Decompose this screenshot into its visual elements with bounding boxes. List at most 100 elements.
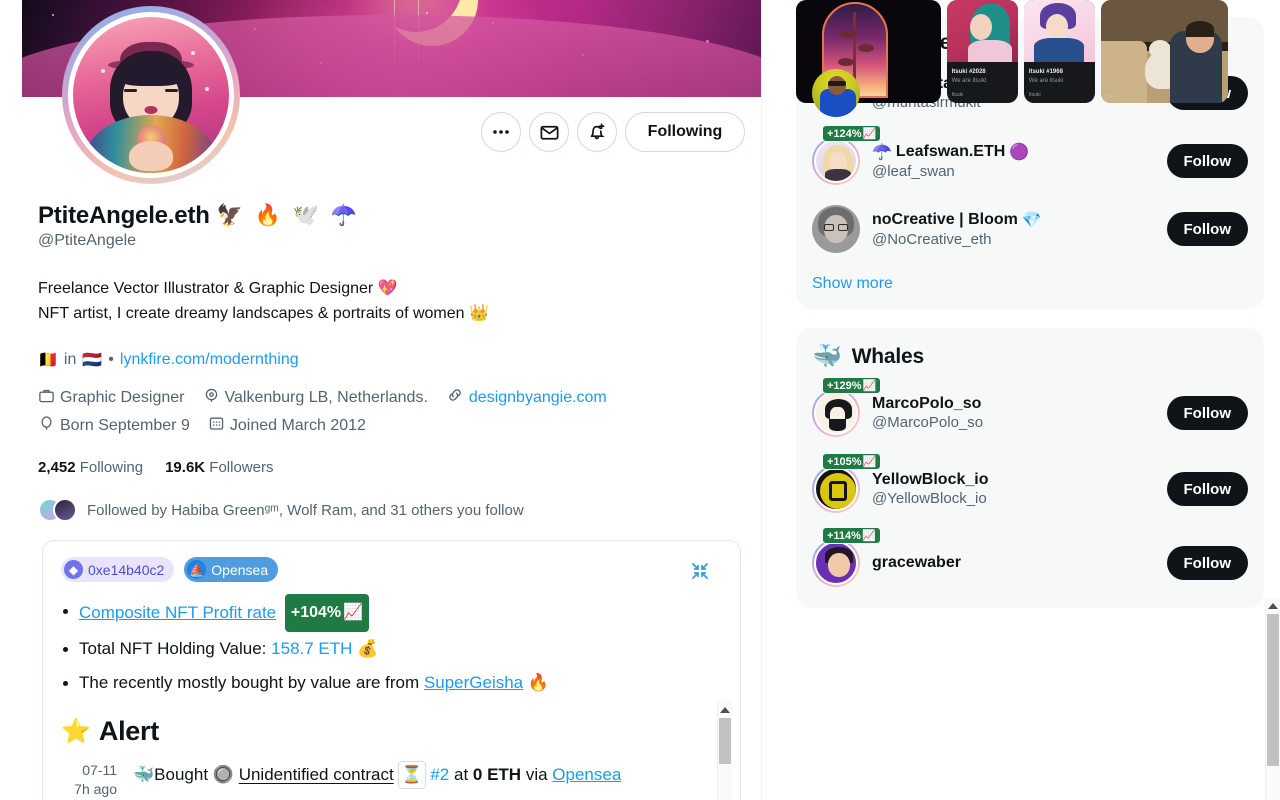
- list-item[interactable]: +114% 📈 gracewaber Follow: [812, 523, 1248, 597]
- triangle-up-icon: [720, 706, 730, 713]
- city-text: Valkenburg LB, Netherlands.: [224, 388, 428, 406]
- profit-rate-badge: +104% 📈: [284, 594, 370, 633]
- triangle-up-icon: [1268, 603, 1278, 609]
- user-handle: @NoCreative_eth: [872, 231, 992, 248]
- right-sidebar: Itsuki #2028 We are itsuki Itsuki Itsuki…: [780, 0, 1280, 800]
- belgium-flag-icon: 🇧🇪: [38, 352, 58, 370]
- profit-badge: +124% 📈: [822, 125, 882, 142]
- nft-info-widget: ◆ 0xe14b40c2 ⛵ Opensea Composite NFT Pro…: [42, 540, 741, 800]
- alert-price: 0 ETH: [472, 765, 522, 785]
- scroll-up-button[interactable]: [1266, 598, 1280, 614]
- nft-card-subtitle: We are itsuki: [951, 78, 987, 84]
- avatar: [812, 539, 860, 587]
- joined-text: Joined March 2012: [229, 417, 366, 435]
- scroll-up-button[interactable]: [718, 701, 732, 719]
- envelope-icon: [539, 122, 560, 143]
- alert-marketplace-link[interactable]: Opensea: [552, 765, 621, 784]
- profit-badge: +105% 📈: [822, 453, 882, 470]
- opensea-chip[interactable]: ⛵ Opensea: [184, 557, 279, 583]
- user-display-name: MarcoPolo_so: [872, 395, 982, 412]
- following-stat[interactable]: 2,452 Following: [38, 459, 143, 476]
- list-item[interactable]: +124% 📈 ☂️ Leafswan.ETH 🟣 @leaf_swan Fol…: [812, 125, 1248, 195]
- alert-at-label: at: [453, 765, 469, 785]
- user-display-name: noCreative | Bloom 💎: [872, 210, 1155, 230]
- profit-badge-value: +105%: [827, 455, 862, 468]
- scrollbar-thumb[interactable]: [719, 718, 731, 765]
- following-count: 2,452: [38, 459, 76, 477]
- followers-count: 19.6K: [165, 459, 206, 477]
- nft-card-title: Itsuki #2028: [951, 69, 986, 75]
- nft-card-footer: Itsuki: [1028, 92, 1041, 98]
- user-display-name: ☂️ Leafswan.ETH 🟣: [872, 142, 1155, 162]
- profit-badge-value: +129%: [827, 379, 862, 392]
- fire-icon: 🔥: [527, 673, 550, 693]
- follow-button[interactable]: Follow: [1166, 546, 1248, 580]
- followers-stat[interactable]: 19.6K Followers: [165, 459, 273, 476]
- composite-profit-rate-link[interactable]: Composite NFT Profit rate: [79, 603, 276, 622]
- briefcase-icon: [38, 387, 55, 409]
- opensea-icon: ⛵: [187, 560, 207, 580]
- show-more-link[interactable]: Show more: [812, 263, 1248, 295]
- gem-icon: 💎: [1021, 212, 1042, 229]
- follow-button[interactable]: Follow: [1166, 144, 1248, 178]
- avatar: [812, 389, 860, 437]
- nft-widget-scrollbar[interactable]: [717, 701, 732, 800]
- lynkfire-link[interactable]: lynkfire.com/modernthing: [120, 351, 299, 369]
- notify-button[interactable]: [577, 112, 617, 152]
- message-button[interactable]: [529, 112, 569, 152]
- nft-chips: ◆ 0xe14b40c2 ⛵ Opensea: [61, 557, 702, 583]
- following-button[interactable]: Following: [625, 112, 745, 152]
- whale-icon: 🐳: [133, 765, 155, 785]
- opensea-text: Opensea: [211, 561, 269, 578]
- nft-card-footer: Itsuki: [951, 92, 964, 98]
- alert-item: 07-11 7h ago 🐳Bought 🔘 Unidentified cont…: [61, 761, 702, 799]
- chart-increasing-icon: 📈: [862, 380, 877, 392]
- collapse-widget-button[interactable]: [690, 561, 710, 586]
- website-link[interactable]: designbyangie.com: [469, 389, 607, 407]
- joined-item: Joined March 2012: [208, 415, 366, 437]
- panel-title-row: 🐳 Whales: [812, 340, 1248, 375]
- profit-badge-value: +124%: [827, 127, 862, 140]
- chart-increasing-icon: 📈: [862, 456, 877, 468]
- alert-contract-link[interactable]: Unidentified contract: [239, 765, 394, 784]
- bio-line-2: NFT artist, I create dreamy landscapes &…: [38, 305, 489, 323]
- nft-preview-card[interactable]: Itsuki #1968 We are itsuki Itsuki: [1023, 0, 1096, 103]
- avatar: [812, 205, 860, 253]
- follow-button[interactable]: Follow: [1166, 396, 1248, 430]
- location-pin-icon: [203, 387, 220, 409]
- nft-widget-content: ◆ 0xe14b40c2 ⛵ Opensea Composite NFT Pro…: [43, 541, 720, 800]
- wallet-address-chip[interactable]: ◆ 0xe14b40c2: [61, 557, 175, 583]
- follow-button[interactable]: Follow: [1166, 472, 1248, 506]
- scrollbar-thumb[interactable]: [1267, 614, 1279, 766]
- more-options-button[interactable]: [481, 112, 521, 152]
- recently-bought-label: The recently mostly bought by value are …: [79, 673, 420, 693]
- list-item[interactable]: noCreative | Bloom 💎 @NoCreative_eth Fol…: [812, 195, 1248, 263]
- nft-preview-card[interactable]: GIF: [1101, 0, 1229, 103]
- list-item[interactable]: +129% 📈 MarcoPolo_so @MarcoPolo_so Follo…: [812, 375, 1248, 447]
- nft-card-subtitle: We are itsuki: [1028, 78, 1064, 84]
- followed-by-row[interactable]: Followed by Habiba Greenᵍᵐ, Wolf Ram, an…: [38, 498, 745, 523]
- alert-timestamp: 07-11 7h ago: [61, 761, 117, 799]
- alert-token-id[interactable]: #2: [430, 765, 449, 784]
- profile-stats: 2,452 Following 19.6K Followers: [38, 459, 745, 476]
- supergeisha-link[interactable]: SuperGeisha: [424, 673, 523, 692]
- user-handle: @PtiteAngele: [38, 232, 137, 250]
- list-item[interactable]: +105% 📈 YellowBlock_io @YellowBlock_io F…: [812, 447, 1248, 523]
- avatar-wrapper: [812, 205, 860, 253]
- follow-button[interactable]: Follow: [1166, 212, 1248, 246]
- nft-card-title: Itsuki #1968: [1028, 69, 1063, 75]
- profile-meta-row-1: Graphic Designer Valkenburg LB, Netherla…: [38, 386, 745, 409]
- user-names: gracewaber: [872, 554, 1155, 572]
- alert-description: 🐳Bought 🔘 Unidentified contract ⏳ #2 at …: [133, 761, 621, 799]
- user-names: noCreative | Bloom 💎 @NoCreative_eth: [872, 210, 1155, 248]
- avatar[interactable]: [62, 6, 240, 184]
- user-name-text: noCreative | Bloom: [872, 211, 1018, 228]
- display-name: PtiteAngele.eth: [38, 202, 210, 229]
- user-display-name: gracewaber: [872, 554, 961, 571]
- purple-circle-icon: 🟣: [1009, 144, 1030, 161]
- page-scrollbar[interactable]: [1265, 598, 1280, 800]
- user-names: ☂️ Leafswan.ETH 🟣 @leaf_swan: [872, 142, 1155, 180]
- chart-increasing-icon: 📈: [343, 604, 364, 622]
- main-column: Following PtiteAngele.eth 🦅 🔥 🕊️ ☂️ @Pti…: [22, 0, 762, 800]
- nft-preview-card[interactable]: Itsuki #2028 We are itsuki Itsuki: [946, 0, 1018, 103]
